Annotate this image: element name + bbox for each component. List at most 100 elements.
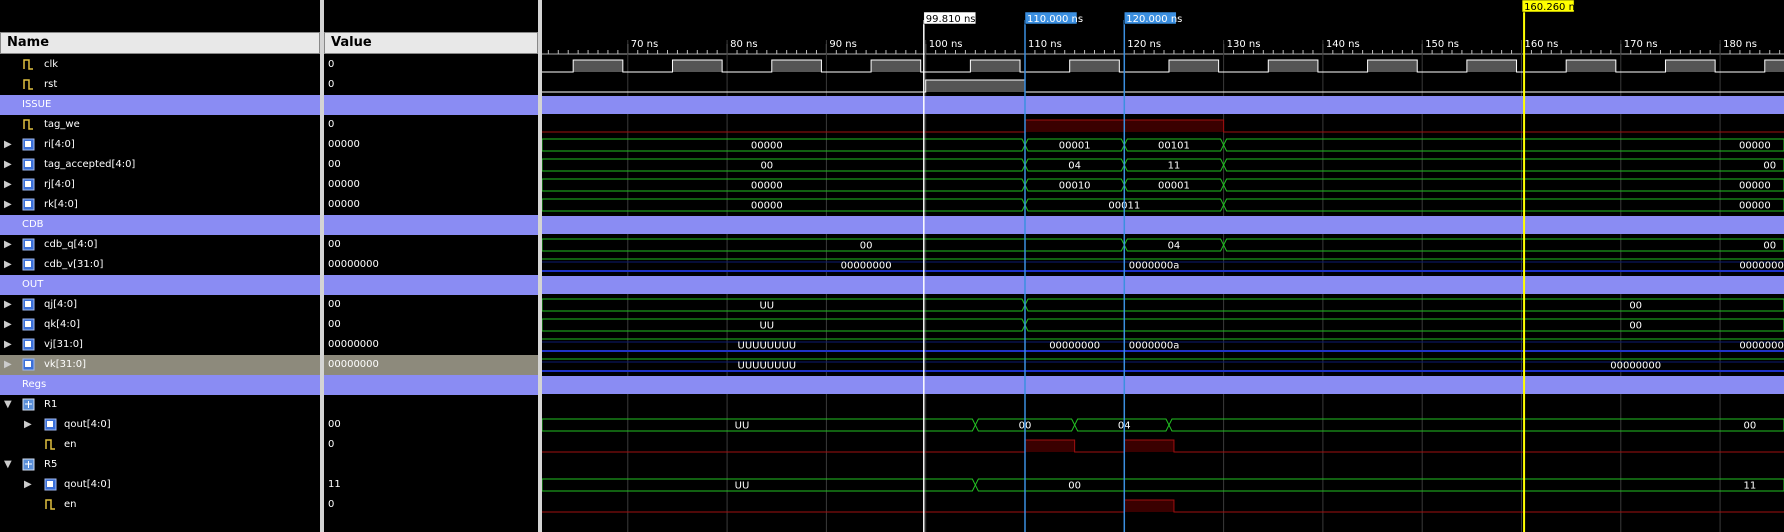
signal-value: 0 [328, 499, 335, 510]
bus-value-label: 00000000 [1049, 341, 1100, 352]
signal-row[interactable]: en [0, 495, 320, 515]
tick-label: 120 ns [1127, 39, 1161, 50]
bit-wave [542, 79, 1784, 93]
signal-row[interactable]: ▶ ri[4:0] [0, 135, 320, 155]
signal-value: 00 [328, 419, 341, 430]
signal-row[interactable]: ▶ rj[4:0] [0, 175, 320, 195]
expand-arrow-icon[interactable]: ▶ [4, 195, 12, 215]
value-column-header[interactable]: Value [324, 32, 538, 54]
bus-value-label: UU [735, 421, 750, 432]
signal-row[interactable]: tag_we [0, 115, 320, 135]
signal-row[interactable]: ▶ qk[4:0] [0, 315, 320, 335]
bit-signal-icon [22, 58, 35, 71]
expand-arrow-icon[interactable]: ▶ [4, 335, 12, 355]
bus-value-label: 00000 [1739, 181, 1771, 192]
bus-segment [542, 138, 1026, 152]
tick-label: 110 ns [1028, 39, 1062, 50]
signal-row[interactable]: ▶ cdb_q[4:0] [0, 235, 320, 255]
bus-value-label: 0000000a [1129, 261, 1180, 272]
signal-name: clk [44, 59, 59, 70]
expand-arrow-icon[interactable]: ▶ [4, 235, 12, 255]
expand-arrow-icon[interactable]: ▶ [4, 315, 12, 335]
signal-row[interactable]: ▼ R5 [0, 455, 320, 475]
expand-arrow-icon[interactable]: ▶ [4, 295, 12, 315]
signal-name: ri[4:0] [44, 139, 75, 150]
signal-row[interactable]: ▶ vk[31:0] [0, 355, 320, 375]
bus-value-label: UU [759, 301, 774, 312]
signal-name: cdb_v[31:0] [44, 259, 104, 270]
bus-value-label: 00 [760, 161, 773, 172]
signal-value: 00 [328, 159, 341, 170]
signal-value: 00 [328, 299, 341, 310]
signal-value: 00000 [328, 199, 360, 210]
signal-row[interactable]: rst [0, 75, 320, 95]
expand-arrow-icon[interactable]: ▶ [4, 155, 12, 175]
clock-high-fill [1764, 60, 1784, 72]
cursor-time-label: 120.000 ns [1126, 14, 1182, 25]
signal-row[interactable]: ▶ qj[4:0] [0, 295, 320, 315]
bus-segment [1168, 418, 1784, 432]
signal-value: 00000 [328, 139, 360, 150]
bus-value-label: 00101 [1158, 141, 1190, 152]
bus-signal-icon [22, 178, 35, 191]
signal-row[interactable]: clk [0, 55, 320, 75]
bus-segment [542, 238, 1125, 252]
bit-high-fill [1124, 440, 1174, 452]
bit-signal-icon [44, 438, 57, 451]
signal-name: rst [44, 79, 58, 90]
bus-value-label: 00 [1763, 161, 1776, 172]
bus-segment [542, 178, 1026, 192]
waveform-panel[interactable]: 70 ns 80 ns 90 ns 100 ns 110 ns 120 ns 130 ns 1… [542, 0, 1784, 532]
collapse-arrow-icon[interactable]: ▼ [4, 395, 12, 415]
signal-value: 00000000 [328, 339, 379, 350]
name-column-header[interactable]: Name [0, 32, 320, 54]
bus-value-label: UU [735, 481, 750, 492]
bus-segment [542, 418, 976, 432]
signal-row[interactable]: en [0, 435, 320, 455]
bus-signal-icon [22, 258, 35, 271]
bus-value-label: 00010 [1059, 181, 1091, 192]
bus-signal-icon [44, 418, 57, 431]
bus-segment [542, 158, 1026, 172]
bus-value-label: 00000 [751, 201, 783, 212]
signal-row[interactable]: CDB [0, 215, 320, 235]
signal-row[interactable]: ▶ qout[4:0] [0, 475, 320, 495]
clock-high-fill [573, 60, 623, 72]
signal-row[interactable]: ▶ qout[4:0] [0, 415, 320, 435]
signal-row[interactable]: ISSUE [0, 95, 320, 115]
bus-value-label: 00 [860, 241, 873, 252]
signal-row[interactable]: ▶ vj[31:0] [0, 335, 320, 355]
bus-segment [1024, 318, 1784, 332]
signal-row[interactable]: ▶ rk[4:0] [0, 195, 320, 215]
signal-value: 0 [328, 119, 335, 130]
signal-name: qk[4:0] [44, 319, 81, 330]
bus-segment [1223, 178, 1784, 192]
signal-row[interactable]: ▶ cdb_v[31:0] [0, 255, 320, 275]
bus-segment [1024, 298, 1784, 312]
signal-name: R1 [44, 399, 58, 410]
signal-row[interactable]: ▼ R1 [0, 395, 320, 415]
signal-name: qout[4:0] [64, 419, 111, 430]
expand-arrow-icon[interactable]: ▶ [24, 475, 32, 495]
bus-value-label: 00 [1763, 241, 1776, 252]
expand-arrow-icon[interactable]: ▶ [4, 355, 12, 375]
signal-row[interactable]: Regs [0, 375, 320, 395]
signal-value: 00 [328, 239, 341, 250]
expand-arrow-icon[interactable]: ▶ [4, 175, 12, 195]
signal-row[interactable]: ▶ tag_accepted[4:0] [0, 155, 320, 175]
signal-value: 11 [328, 479, 341, 490]
tick-label: 170 ns [1624, 39, 1658, 50]
bus-value-label: 00000 [751, 141, 783, 152]
expand-arrow-icon[interactable]: ▶ [24, 415, 32, 435]
expand-arrow-icon[interactable]: ▶ [4, 135, 12, 155]
signal-row[interactable]: OUT [0, 275, 320, 295]
signal-name: rk[4:0] [44, 199, 78, 210]
bus-value-label: UU [759, 321, 774, 332]
waveform-canvas[interactable]: 70 ns 80 ns 90 ns 100 ns 110 ns 120 ns 130 ns 1… [542, 0, 1784, 532]
signal-name: R5 [44, 459, 58, 470]
expand-arrow-icon[interactable]: ▶ [4, 255, 12, 275]
bus-signal-icon [22, 338, 35, 351]
collapse-arrow-icon[interactable]: ▼ [4, 455, 12, 475]
bus-value-label: 00001 [1158, 181, 1190, 192]
module-icon [22, 398, 35, 411]
